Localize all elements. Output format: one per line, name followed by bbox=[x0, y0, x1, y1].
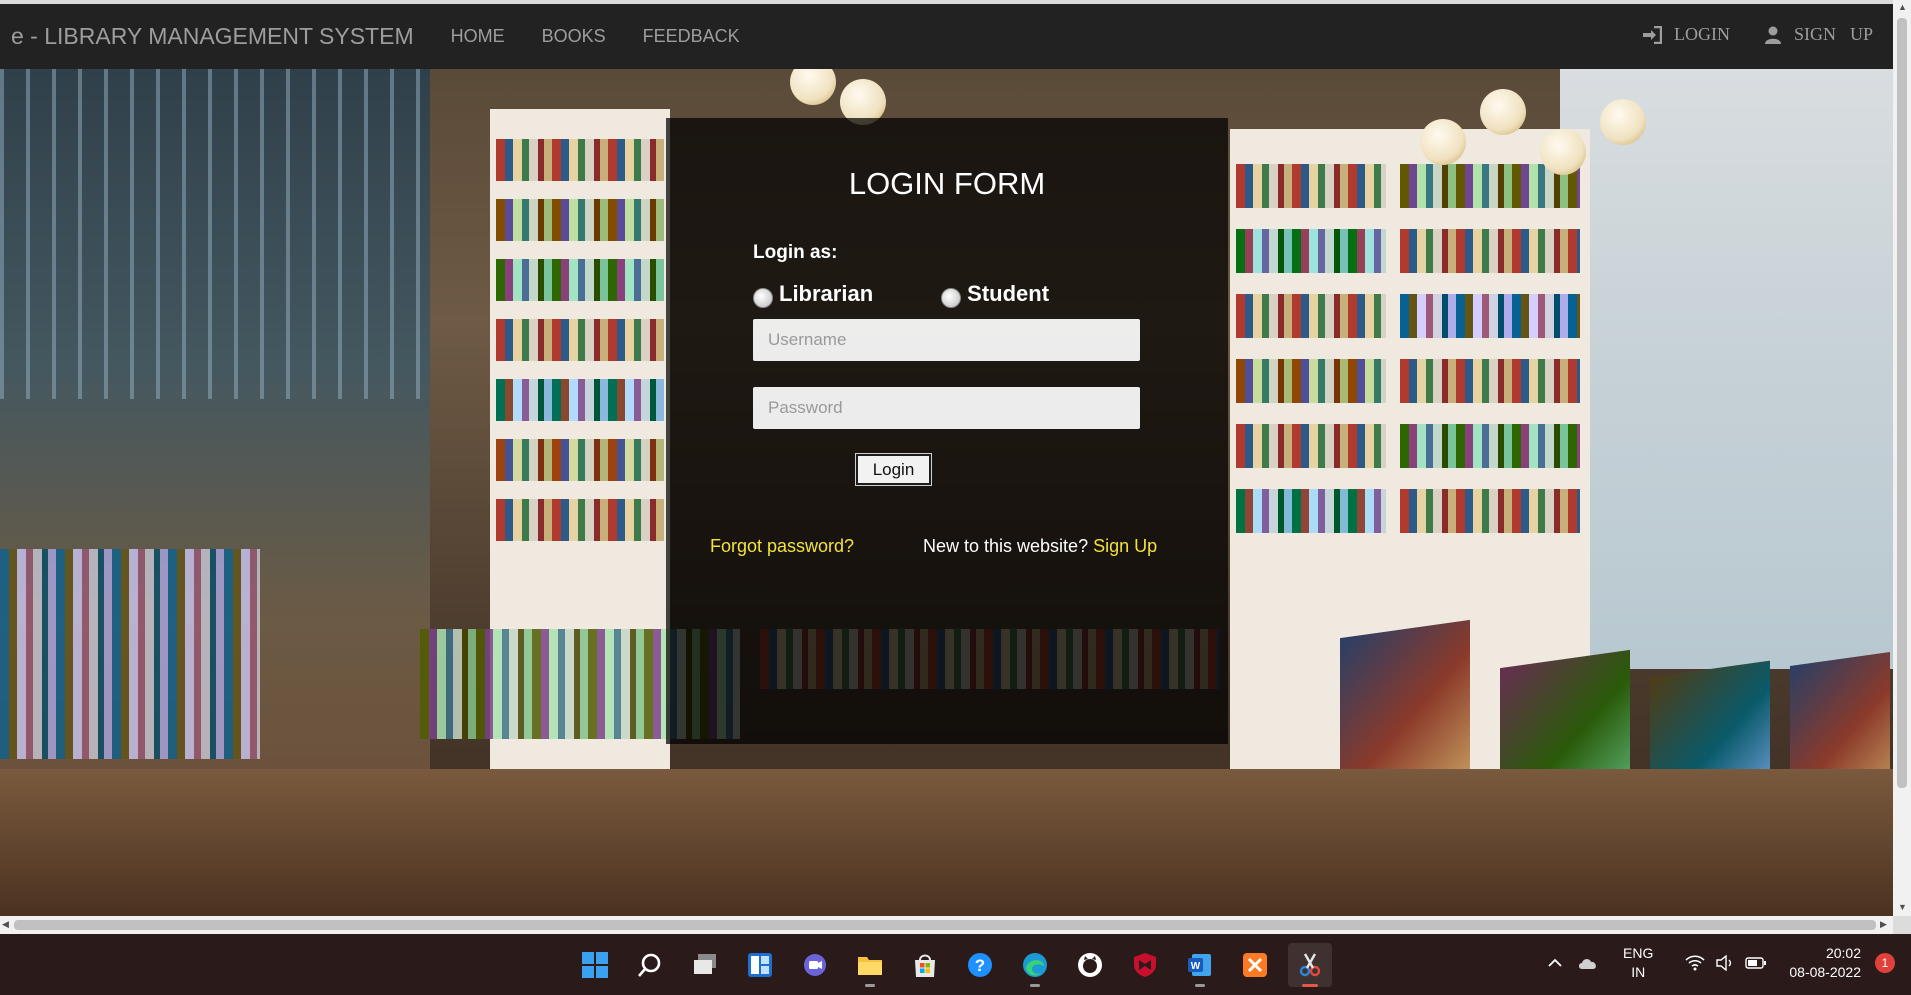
notification-badge[interactable]: 1 bbox=[1875, 953, 1895, 973]
svg-text:W: W bbox=[1191, 961, 1201, 972]
clock-date: 08-08-2022 bbox=[1789, 964, 1861, 980]
clock-time: 20:02 bbox=[1825, 945, 1861, 961]
scroll-left-arrow-icon[interactable]: ◀ bbox=[2, 919, 9, 930]
top-navbar: e - LIBRARY MANAGEMENT SYSTEM HOME BOOKS… bbox=[0, 0, 1893, 69]
battery-icon bbox=[1745, 957, 1767, 969]
help-icon[interactable]: ? bbox=[958, 943, 1002, 987]
vertical-scrollbar[interactable]: ▲ ▼ bbox=[1893, 0, 1911, 916]
input-language-line1: ENG bbox=[1623, 945, 1654, 961]
student-label: Student bbox=[967, 281, 1050, 306]
wifi-icon bbox=[1685, 955, 1705, 971]
browser-viewport: e - LIBRARY MANAGEMENT SYSTEM HOME BOOKS… bbox=[0, 0, 1893, 916]
github-icon[interactable] bbox=[1068, 943, 1112, 987]
vertical-scroll-thumb[interactable] bbox=[1897, 18, 1907, 788]
site-brand[interactable]: e - LIBRARY MANAGEMENT SYSTEM bbox=[0, 23, 438, 50]
system-tray: ENG IN 20:02 08-08-2022 1 bbox=[1547, 944, 1895, 982]
svg-text:?: ? bbox=[975, 956, 985, 975]
nav-login-label: LOGIN bbox=[1673, 24, 1730, 44]
nav-login[interactable]: LOGIN bbox=[1642, 24, 1730, 45]
edge-browser-icon[interactable] bbox=[1013, 943, 1057, 987]
word-icon[interactable]: W bbox=[1178, 943, 1222, 987]
login-panel: LOGIN FORM Login as: Librarian Student L… bbox=[666, 118, 1228, 744]
new-user-text: New to this website? bbox=[923, 536, 1089, 556]
forgot-password-link[interactable]: Forgot password? bbox=[710, 536, 854, 557]
librarian-label: Librarian bbox=[779, 281, 874, 306]
user-icon bbox=[1764, 26, 1781, 44]
scroll-up-arrow-icon[interactable]: ▲ bbox=[1898, 2, 1907, 12]
role-radio-group: Librarian Student bbox=[753, 280, 1049, 308]
widgets-icon[interactable] bbox=[738, 943, 782, 987]
horizontal-scrollbar[interactable]: ◀ ▶ bbox=[0, 916, 1893, 934]
xampp-icon[interactable] bbox=[1233, 943, 1277, 987]
input-language-line2: IN bbox=[1631, 964, 1646, 980]
login-icon bbox=[1642, 25, 1662, 44]
nav-signup[interactable]: SIGN UP bbox=[1764, 24, 1873, 45]
chevron-up-icon[interactable] bbox=[1547, 955, 1563, 971]
role-student-option[interactable]: Student bbox=[941, 280, 1049, 308]
input-language[interactable]: ENG IN bbox=[1623, 944, 1653, 982]
onedrive-cloud-icon[interactable] bbox=[1577, 954, 1599, 972]
student-radio[interactable] bbox=[941, 288, 962, 308]
task-view-icon[interactable] bbox=[683, 943, 727, 987]
login-submit-button[interactable]: Login bbox=[855, 453, 932, 486]
nav-home[interactable]: HOME bbox=[451, 26, 505, 47]
login-as-label: Login as: bbox=[753, 242, 838, 263]
snipping-tool-icon[interactable] bbox=[1288, 943, 1332, 987]
username-input[interactable] bbox=[753, 319, 1140, 361]
taskbar-app-icons: ? W bbox=[573, 943, 1343, 987]
scroll-down-arrow-icon[interactable]: ▼ bbox=[1898, 902, 1907, 912]
password-input[interactable] bbox=[753, 387, 1140, 429]
mcafee-icon[interactable] bbox=[1123, 943, 1167, 987]
taskbar-clock[interactable]: 20:02 08-08-2022 bbox=[1789, 944, 1861, 982]
nav-signup-word-2: UP bbox=[1849, 24, 1873, 44]
volume-icon bbox=[1716, 955, 1732, 971]
windows-taskbar: ? W ENG IN 20:02 08-08-2022 1 bbox=[0, 934, 1911, 995]
nav-auth-links: LOGIN SIGN UP bbox=[1608, 24, 1873, 45]
nav-feedback[interactable]: FEEDBACK bbox=[643, 26, 740, 47]
librarian-radio[interactable] bbox=[753, 288, 773, 308]
signup-link[interactable]: Sign Up bbox=[1093, 536, 1157, 556]
file-explorer-icon[interactable] bbox=[848, 943, 892, 987]
search-icon[interactable] bbox=[628, 943, 672, 987]
teams-chat-icon[interactable] bbox=[793, 943, 837, 987]
nav-books[interactable]: BOOKS bbox=[542, 26, 606, 47]
microsoft-store-icon[interactable] bbox=[903, 943, 947, 987]
nav-signup-word-1: SIGN bbox=[1793, 24, 1836, 44]
new-user-prompt: New to this website? Sign Up bbox=[923, 536, 1157, 557]
scrollbar-corner bbox=[1893, 916, 1911, 934]
scroll-right-arrow-icon[interactable]: ▶ bbox=[1880, 919, 1887, 930]
windows-start-icon[interactable] bbox=[573, 943, 617, 987]
horizontal-scroll-thumb[interactable] bbox=[14, 920, 1876, 930]
login-form-title: LOGIN FORM bbox=[848, 166, 1046, 201]
quick-settings[interactable] bbox=[1675, 955, 1767, 971]
role-librarian-option[interactable]: Librarian bbox=[753, 280, 873, 308]
